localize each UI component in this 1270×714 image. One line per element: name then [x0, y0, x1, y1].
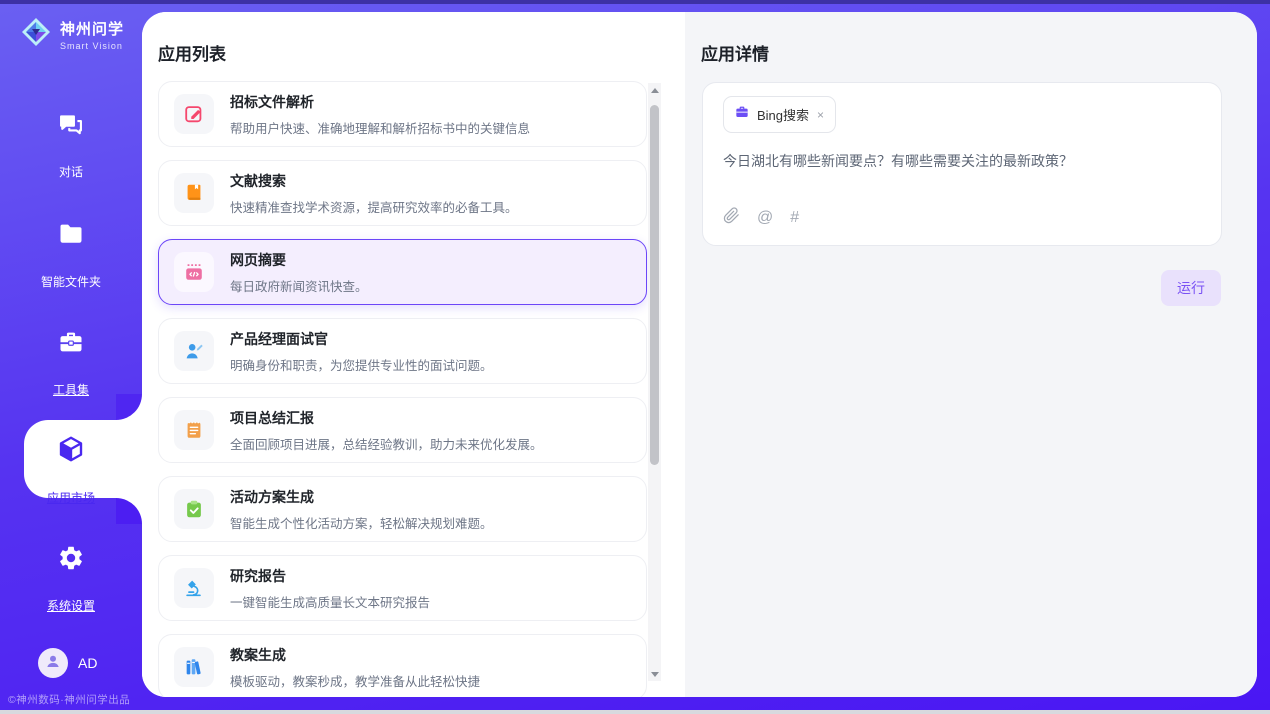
- user-avatar[interactable]: [38, 648, 68, 678]
- clipboard-check-icon: [174, 489, 214, 529]
- chat-icon: [0, 110, 142, 138]
- sidebar-item-toolset[interactable]: 工具集: [0, 328, 142, 399]
- cube-icon: [0, 434, 142, 464]
- scrollbar-up-arrow[interactable]: [648, 83, 661, 97]
- sidebar-item-label: 系统设置: [47, 597, 95, 614]
- microscope-icon: [174, 568, 214, 608]
- brand-logo: 神州问学 Smart Vision: [20, 16, 124, 53]
- edit-square-icon: [174, 94, 214, 134]
- scrollbar-down-arrow[interactable]: [648, 667, 661, 681]
- sidebar-item-chat[interactable]: 对话: [0, 110, 142, 181]
- app-card-webpage-summary[interactable]: 网页摘要 每日政府新闻资讯快查。: [158, 239, 647, 305]
- app-name: 网页摘要: [230, 250, 368, 270]
- app-window: 神州问学 Smart Vision 对话 智能文件夹: [0, 0, 1270, 714]
- list-scrollbar[interactable]: [648, 83, 661, 681]
- app-desc: 模板驱动，教案秒成，教学准备从此轻松快捷: [230, 671, 480, 690]
- books-icon: [174, 647, 214, 687]
- user-initials: AD: [78, 655, 97, 671]
- app-name: 研究报告: [230, 566, 430, 586]
- app-card-event-plan[interactable]: 活动方案生成 智能生成个性化活动方案，轻松解决规划难题。: [158, 476, 647, 542]
- run-button[interactable]: 运行: [1161, 270, 1221, 306]
- app-name: 项目总结汇报: [230, 408, 543, 428]
- app-desc: 快速精准查找学术资源，提高研究效率的必备工具。: [230, 197, 518, 216]
- app-name: 活动方案生成: [230, 487, 493, 507]
- query-text[interactable]: 今日湖北有哪些新闻要点？有哪些需要关注的最新政策？: [723, 151, 1203, 171]
- gear-icon: [0, 544, 142, 572]
- tool-tag-bing-search[interactable]: Bing搜索 ×: [723, 96, 836, 133]
- content-container: 应用列表 招标文件解析 帮助用户快速、准确地理解和解析招标书中的关键信息: [142, 12, 1257, 697]
- app-name: 教案生成: [230, 645, 480, 665]
- tag-close-icon[interactable]: ×: [816, 108, 825, 122]
- app-card-list: 招标文件解析 帮助用户快速、准确地理解和解析招标书中的关键信息 文献搜索: [158, 81, 647, 697]
- person-edit-icon: [174, 331, 214, 371]
- book-icon: [174, 173, 214, 213]
- app-card-research-report[interactable]: 研究报告 一键智能生成高质量长文本研究报告: [158, 555, 647, 621]
- toolbox-icon: [0, 328, 142, 356]
- app-name: 文献搜索: [230, 171, 518, 191]
- sidebar-item-app-market[interactable]: 应用市场: [0, 434, 142, 507]
- app-desc: 全面回顾项目进展，总结经验教训，助力未来优化发展。: [230, 434, 543, 453]
- app-card-literature-search[interactable]: 文献搜索 快速精准查找学术资源，提高研究效率的必备工具。: [158, 160, 647, 226]
- app-card-tender-parse[interactable]: 招标文件解析 帮助用户快速、准确地理解和解析招标书中的关键信息: [158, 81, 647, 147]
- app-card-project-summary[interactable]: 项目总结汇报 全面回顾项目进展，总结经验教训，助力未来优化发展。: [158, 397, 647, 463]
- hash-icon[interactable]: #: [790, 210, 799, 226]
- briefcase-icon: [734, 104, 750, 125]
- app-desc: 帮助用户快速、准确地理解和解析招标书中的关键信息: [230, 118, 530, 137]
- sidebar-item-label: 应用市场: [47, 489, 95, 506]
- brand-subtitle: Smart Vision: [60, 41, 124, 51]
- input-toolbar: @ #: [723, 207, 799, 229]
- app-desc: 智能生成个性化活动方案，轻松解决规划难题。: [230, 513, 493, 532]
- app-detail-panel: 应用详情 Bing搜索 × 今日湖北有哪些新闻要点？有哪些需要关注的最新政策？: [685, 12, 1257, 697]
- app-card-lesson-plan[interactable]: 教案生成 模板驱动，教案秒成，教学准备从此轻松快捷: [158, 634, 647, 697]
- mention-icon[interactable]: @: [757, 210, 773, 226]
- sidebar-item-settings[interactable]: 系统设置: [0, 544, 142, 615]
- sidebar-item-label: 工具集: [53, 381, 89, 398]
- app-list-title: 应用列表: [158, 40, 226, 65]
- sidebar: 神州问学 Smart Vision 对话 智能文件夹: [0, 4, 142, 714]
- app-name: 招标文件解析: [230, 92, 530, 112]
- sidebar-item-label: 智能文件夹: [41, 273, 101, 290]
- app-desc: 一键智能生成高质量长文本研究报告: [230, 592, 430, 611]
- note-icon: [174, 410, 214, 450]
- sidebar-item-label: 对话: [59, 163, 83, 180]
- paperclip-icon[interactable]: [723, 207, 740, 229]
- app-card-pm-interviewer[interactable]: 产品经理面试官 明确身份和职责，为您提供专业性的面试问题。: [158, 318, 647, 384]
- browser-code-icon: [174, 252, 214, 292]
- folder-icon: [0, 220, 142, 248]
- app-list-panel: 应用列表 招标文件解析 帮助用户快速、准确地理解和解析招标书中的关键信息: [142, 12, 685, 697]
- person-icon: [44, 652, 62, 675]
- window-top-edge: [0, 0, 1270, 4]
- tool-tag-label: Bing搜索: [757, 105, 809, 124]
- scrollbar-thumb[interactable]: [650, 105, 659, 465]
- copyright-footer: ©神州数码·神州问学出品: [8, 692, 142, 707]
- window-bottom-edge: [0, 710, 1270, 714]
- gem-logo-icon: [20, 16, 52, 53]
- app-desc: 每日政府新闻资讯快查。: [230, 276, 368, 295]
- app-detail-title: 应用详情: [701, 40, 769, 65]
- brand-name: 神州问学: [60, 18, 124, 39]
- app-name: 产品经理面试官: [230, 329, 493, 349]
- app-desc: 明确身份和职责，为您提供专业性的面试问题。: [230, 355, 493, 374]
- sidebar-item-smart-folder[interactable]: 智能文件夹: [0, 220, 142, 291]
- query-input-card[interactable]: Bing搜索 × 今日湖北有哪些新闻要点？有哪些需要关注的最新政策？ @ #: [702, 82, 1222, 246]
